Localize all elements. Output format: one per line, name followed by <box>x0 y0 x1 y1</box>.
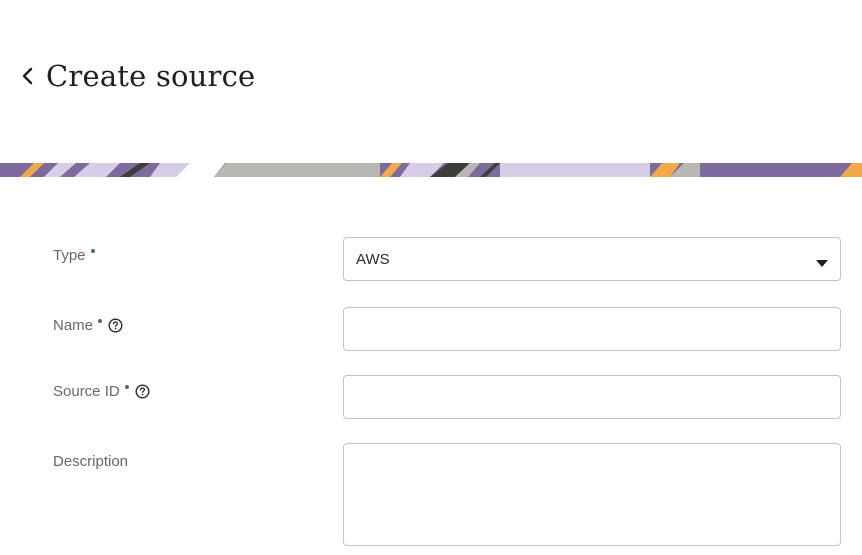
required-indicator <box>124 385 129 389</box>
source-id-input[interactable] <box>343 375 841 419</box>
name-label: Name <box>53 317 123 334</box>
type-label: Type <box>53 247 95 264</box>
page-header: Create source <box>0 0 862 163</box>
page-title: Create source <box>46 59 256 93</box>
description-textarea[interactable] <box>343 443 841 546</box>
help-icon[interactable] <box>108 318 123 333</box>
required-indicator <box>90 249 95 253</box>
name-input[interactable] <box>343 307 841 351</box>
chevron-down-icon[interactable] <box>816 255 828 267</box>
decorative-banner <box>0 163 862 177</box>
source-id-label: Source ID <box>53 383 150 400</box>
back-link[interactable]: Create source <box>18 56 255 96</box>
create-source-page: Create source Type AWS Name Source ID De… <box>0 0 862 555</box>
name-label-text: Name <box>53 317 94 334</box>
description-label: Description <box>53 453 128 470</box>
type-select[interactable]: AWS <box>343 237 841 281</box>
source-id-label-text: Source ID <box>53 383 120 400</box>
chevron-left-icon[interactable] <box>18 66 38 86</box>
description-label-text: Description <box>53 453 129 470</box>
type-label-text: Type <box>53 247 86 264</box>
type-select-value: AWS <box>356 250 390 268</box>
create-source-form: Type AWS Name Source ID Description <box>0 177 862 555</box>
help-icon[interactable] <box>135 384 150 399</box>
required-indicator <box>98 319 103 323</box>
